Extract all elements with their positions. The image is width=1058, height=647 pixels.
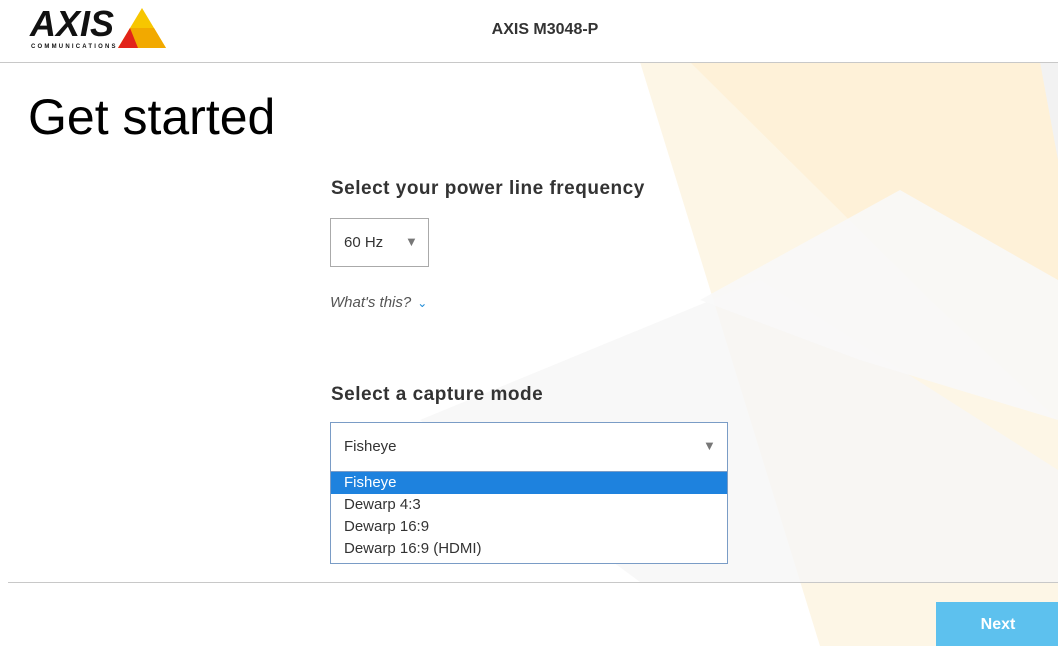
power-frequency-label: Select your power line frequency	[331, 178, 645, 199]
footer-divider	[8, 582, 1058, 583]
capture-mode-value: Fisheye	[344, 438, 397, 455]
brand-subtitle: COMMUNICATIONS	[31, 44, 118, 50]
next-button[interactable]: Next	[936, 602, 1058, 646]
power-frequency-select[interactable]: 60 Hz ▼	[330, 218, 429, 267]
chevron-down-icon: ⌄	[417, 296, 428, 310]
dropdown-option-dewarp-4-3[interactable]: Dewarp 4:3	[331, 494, 727, 516]
dropdown-option-dewarp-16-9-hdmi[interactable]: Dewarp 16:9 (HDMI)	[331, 538, 727, 560]
whats-this-link[interactable]: What's this? ⌄	[330, 294, 427, 311]
whats-this-label: What's this?	[330, 294, 412, 311]
dropdown-option-dewarp-16-9[interactable]: Dewarp 16:9	[331, 516, 727, 538]
capture-mode-select[interactable]: Fisheye ▼	[330, 422, 728, 472]
capture-mode-label: Select a capture mode	[331, 384, 544, 405]
triangle-down-icon: ▼	[405, 234, 418, 249]
power-frequency-value: 60 Hz	[344, 234, 384, 251]
device-model-title: AXIS M3048-P	[491, 21, 599, 38]
triangle-down-icon: ▼	[703, 438, 716, 453]
dropdown-option-fisheye[interactable]: Fisheye	[331, 472, 727, 494]
header-bar: AXIS COMMUNICATIONS AXIS M3048-P	[0, 0, 1058, 63]
page-title: Get started	[28, 89, 276, 145]
capture-mode-dropdown: Fisheye Dewarp 4:3 Dewarp 16:9 Dewarp 16…	[330, 471, 728, 564]
